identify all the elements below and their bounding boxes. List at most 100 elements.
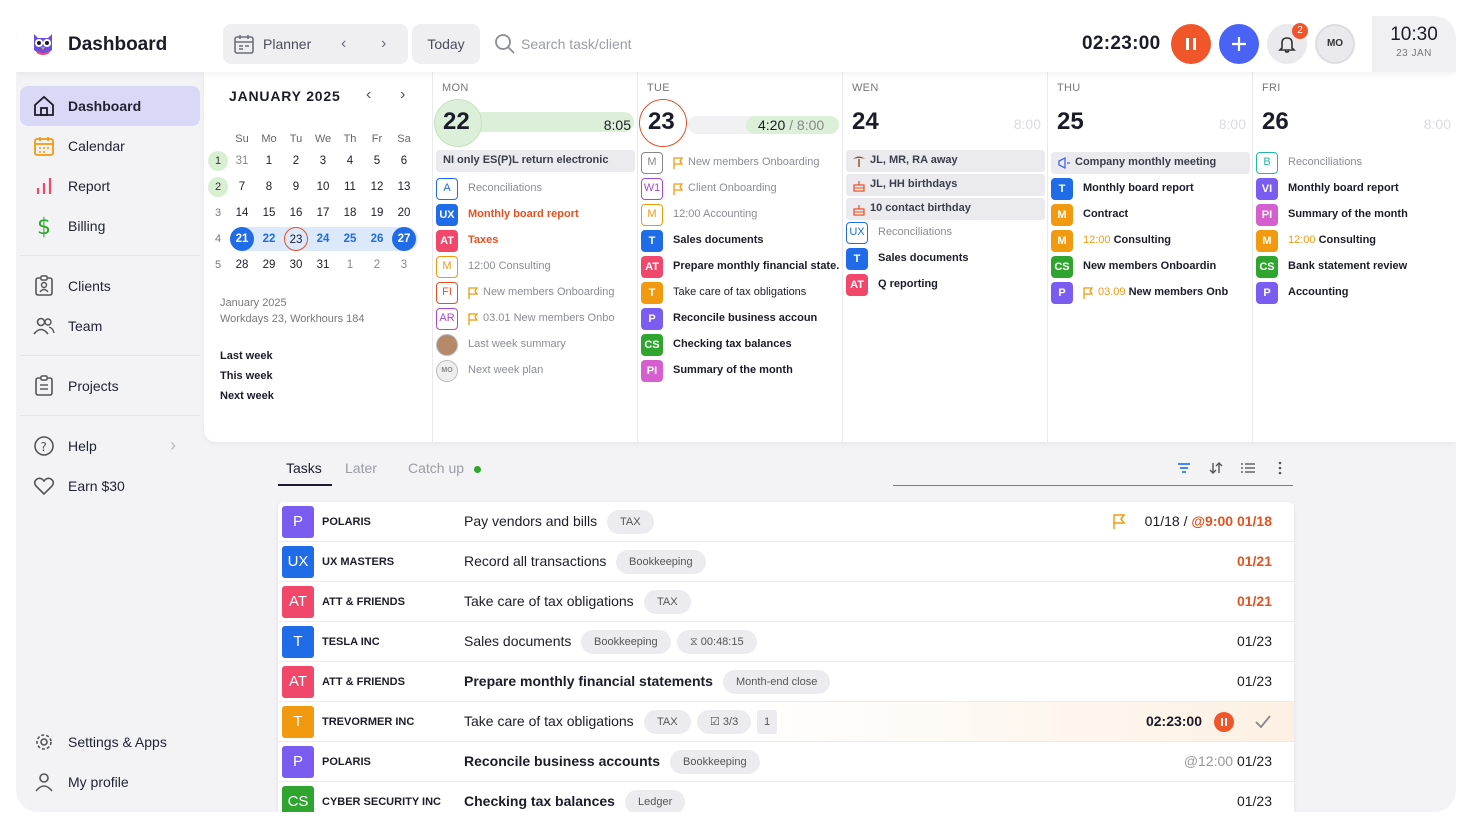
- mini-next-month-icon[interactable]: ›: [400, 86, 405, 104]
- sidebar-item-calendar[interactable]: Calendar: [20, 126, 200, 166]
- mini-prev-month-icon[interactable]: ‹: [366, 86, 371, 104]
- comments-tag[interactable]: 1: [757, 710, 778, 734]
- mini-calendar-day[interactable]: 21: [230, 227, 254, 251]
- sidebar-item-profile[interactable]: My profile: [20, 762, 200, 802]
- tab-catch-up[interactable]: Catch up: [408, 460, 464, 476]
- mini-calendar-day[interactable]: 14: [230, 201, 254, 225]
- mini-calendar-day[interactable]: 20: [392, 201, 416, 225]
- mini-calendar-day[interactable]: 16: [284, 201, 308, 225]
- mini-calendar-day[interactable]: 18: [338, 201, 362, 225]
- calendar-event[interactable]: AR 03.01 New members Onbo: [436, 308, 635, 330]
- prev-week-icon[interactable]: ‹: [341, 35, 346, 53]
- calendar-event[interactable]: M 12:00 Consulting: [1051, 230, 1250, 252]
- mini-calendar-day[interactable]: 28: [230, 253, 254, 277]
- sidebar-item-report[interactable]: Report: [20, 166, 200, 206]
- calendar-event[interactable]: CS Bank statement review: [1256, 256, 1455, 278]
- calendar-event[interactable]: UX Reconciliations: [846, 222, 1045, 244]
- category-tag[interactable]: TAX: [644, 710, 691, 734]
- subtasks-tag[interactable]: ☑ 3/3: [697, 710, 752, 734]
- table-row[interactable]: T TREVORMER INC Take care of tax obligatio…: [278, 702, 1294, 742]
- mini-calendar-day[interactable]: 17: [311, 201, 335, 225]
- next-week-icon[interactable]: ›: [381, 35, 386, 53]
- sidebar-item-dashboard[interactable]: Dashboard: [20, 86, 200, 126]
- calendar-event[interactable]: M Contract: [1051, 204, 1250, 226]
- mini-calendar-day[interactable]: 30: [284, 253, 308, 277]
- task-pause-button[interactable]: [1214, 712, 1234, 732]
- mini-calendar-day[interactable]: 11: [338, 175, 362, 199]
- table-row[interactable]: P POLARIS Reconcile business accounts Bookk…: [278, 742, 1294, 782]
- mini-calendar-day[interactable]: 31: [230, 149, 254, 173]
- calendar-event[interactable]: T Sales documents: [846, 248, 1045, 270]
- table-row[interactable]: T TESLA INC Sales documents Bookkeeping ⧖ 00…: [278, 622, 1294, 662]
- view-switcher[interactable]: Planner ‹ ›: [223, 24, 408, 64]
- calendar-event[interactable]: M 12:00 Consulting: [436, 256, 635, 278]
- calendar-event[interactable]: P Reconcile business accoun: [641, 308, 840, 330]
- complete-check-icon[interactable]: [1254, 714, 1272, 730]
- flag-icon[interactable]: [1112, 514, 1126, 529]
- calendar-event[interactable]: P Accounting: [1256, 282, 1455, 304]
- sort-icon[interactable]: [1208, 460, 1224, 476]
- category-tag[interactable]: TAX: [607, 510, 654, 534]
- week-number[interactable]: 1: [208, 151, 228, 171]
- pause-timer-button[interactable]: [1171, 24, 1211, 64]
- client-name[interactable]: TESLA INC: [322, 636, 380, 648]
- tab-later[interactable]: Later: [345, 460, 377, 476]
- mini-calendar-day[interactable]: 1: [338, 253, 362, 277]
- mini-calendar-day[interactable]: 24: [311, 227, 335, 251]
- sidebar-item-earn[interactable]: Earn $30: [20, 466, 200, 506]
- calendar-event[interactable]: T Take care of tax obligations: [641, 282, 840, 304]
- week-number[interactable]: 5: [208, 255, 228, 275]
- mini-calendar-day[interactable]: 3: [392, 253, 416, 277]
- mini-calendar-day[interactable]: 27: [392, 227, 416, 251]
- day-number[interactable]: 22: [443, 108, 470, 136]
- calendar-event[interactable]: JL, HH birthdays: [846, 174, 1045, 196]
- day-number[interactable]: 26: [1262, 108, 1289, 136]
- list-view-icon[interactable]: [1240, 460, 1256, 476]
- calendar-event[interactable]: M New members Onboarding: [641, 152, 840, 174]
- week-number[interactable]: 3: [208, 203, 228, 223]
- mini-calendar-day[interactable]: 1: [257, 149, 281, 173]
- category-tag[interactable]: Bookkeeping: [616, 550, 706, 574]
- calendar-event[interactable]: 10 contact birthday: [846, 198, 1045, 220]
- mini-calendar-day[interactable]: 9: [284, 175, 308, 199]
- quick-link-last-week[interactable]: Last week: [220, 350, 273, 362]
- calendar-event[interactable]: T Sales documents: [641, 230, 840, 252]
- today-button[interactable]: Today: [412, 24, 480, 64]
- task-name[interactable]: Reconcile business accounts: [464, 753, 660, 769]
- calendar-event[interactable]: M 12:00 Consulting: [1256, 230, 1455, 252]
- task-name[interactable]: Take care of tax obligations: [464, 713, 634, 729]
- task-name[interactable]: Take care of tax obligations: [464, 593, 634, 609]
- mini-calendar-day[interactable]: 2: [365, 253, 389, 277]
- client-name[interactable]: TREVORMER INC: [322, 716, 414, 728]
- mini-calendar-day[interactable]: 15: [257, 201, 281, 225]
- mini-calendar-day[interactable]: 29: [257, 253, 281, 277]
- time-tracked-tag[interactable]: ⧖ 00:48:15: [677, 630, 757, 654]
- table-row[interactable]: AT ATT & FRIENDS Prepare monthly financial…: [278, 662, 1294, 702]
- calendar-event[interactable]: P 03.09 New members Onb: [1051, 282, 1250, 304]
- calendar-event[interactable]: B Reconciliations: [1256, 152, 1455, 174]
- calendar-event[interactable]: Last week summary: [436, 334, 635, 356]
- more-options-icon[interactable]: [1272, 460, 1288, 476]
- calendar-event[interactable]: A Reconciliations: [436, 178, 635, 200]
- week-number[interactable]: 4: [208, 229, 228, 249]
- category-tag[interactable]: Bookkeeping: [670, 750, 760, 774]
- calendar-event[interactable]: PI Summary of the month: [1256, 204, 1455, 226]
- calendar-event[interactable]: NI only ES(P)L return electronic: [436, 150, 635, 172]
- sidebar-item-projects[interactable]: Projects: [20, 366, 200, 406]
- task-name[interactable]: Prepare monthly financial statements: [464, 673, 713, 689]
- sidebar-item-team[interactable]: Team: [20, 306, 200, 346]
- calendar-event[interactable]: VI Monthly board report: [1256, 178, 1455, 200]
- task-name[interactable]: Checking tax balances: [464, 793, 615, 809]
- filter-icon[interactable]: [1176, 460, 1192, 476]
- calendar-event[interactable]: Company monthly meeting: [1051, 152, 1250, 174]
- category-tag[interactable]: Bookkeeping: [581, 630, 671, 654]
- mini-calendar-day[interactable]: 19: [365, 201, 389, 225]
- calendar-event[interactable]: M 12:00 Accounting: [641, 204, 840, 226]
- task-name[interactable]: Pay vendors and bills: [464, 513, 597, 529]
- quick-link-next-week[interactable]: Next week: [220, 390, 274, 402]
- mini-calendar-day[interactable]: 2: [284, 149, 308, 173]
- calendar-event[interactable]: AT Q reporting: [846, 274, 1045, 296]
- table-row[interactable]: CS CYBER SECURITY INC Checking tax balance…: [278, 782, 1294, 812]
- calendar-event[interactable]: AT Taxes: [436, 230, 635, 252]
- mini-calendar-day[interactable]: 12: [365, 175, 389, 199]
